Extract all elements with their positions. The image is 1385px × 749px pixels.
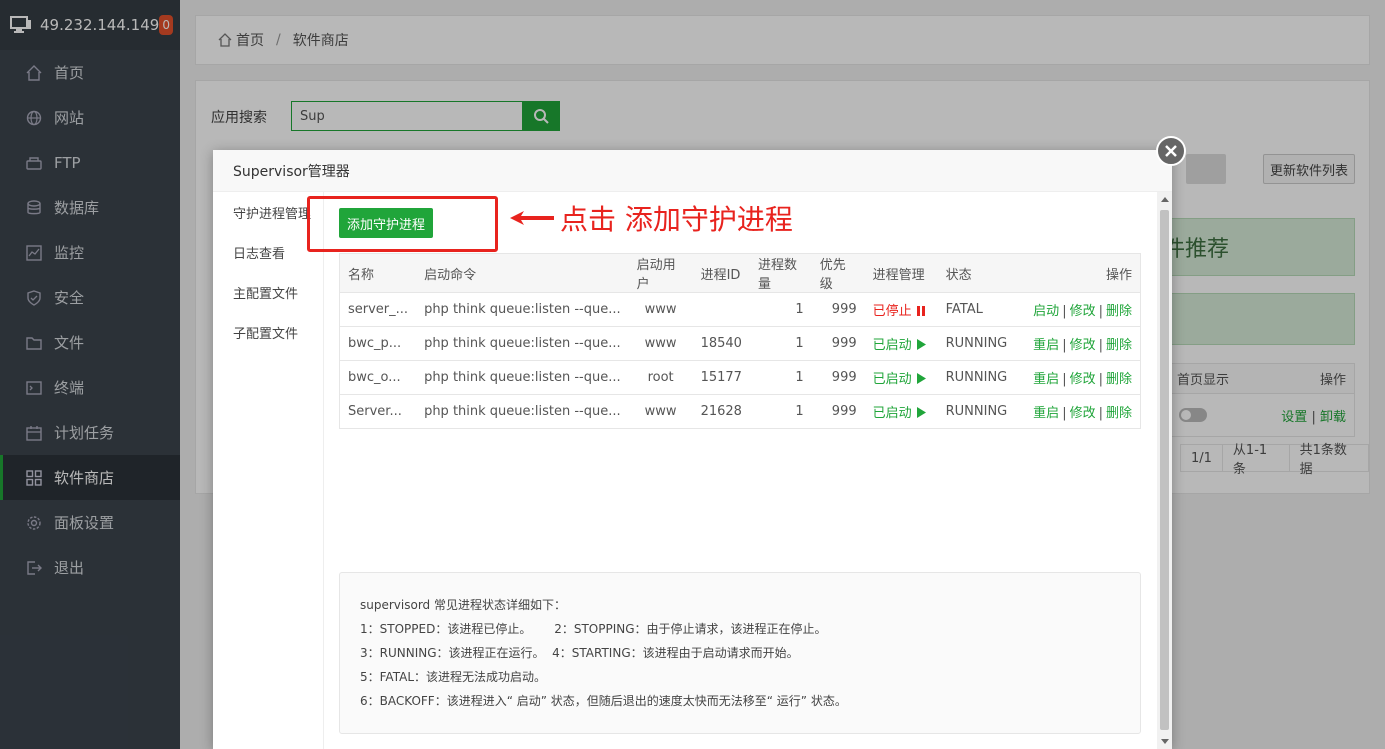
play-icon bbox=[916, 407, 926, 418]
info-line: 5：FATAL：该进程无法成功启动。 bbox=[360, 670, 547, 684]
op-delete-link[interactable]: 删除 bbox=[1106, 304, 1132, 319]
cell-priority: 999 bbox=[811, 360, 865, 395]
cell-status: FATAL bbox=[937, 292, 1026, 327]
cell-priority: 999 bbox=[811, 394, 865, 429]
cell-status: RUNNING bbox=[937, 394, 1026, 429]
col-priority: 优先级 bbox=[811, 253, 865, 293]
op-delete-link[interactable]: 删除 bbox=[1106, 406, 1132, 421]
cell-manage[interactable]: 已启动 bbox=[864, 394, 938, 429]
op-start-restart-link[interactable]: 重启 bbox=[1033, 338, 1059, 353]
scroll-up-icon[interactable] bbox=[1161, 197, 1169, 202]
modal-content: 添加守护进程 名称 启动命令 启动用户 进程ID 进程数量 优先级 进程管理 状… bbox=[323, 192, 1157, 749]
cell-pid: 15177 bbox=[692, 360, 750, 395]
modal-title: Supervisor管理器 bbox=[213, 150, 1172, 192]
cell-command: php think queue:listen --que... bbox=[416, 360, 629, 395]
op-edit-link[interactable]: 修改 bbox=[1070, 372, 1096, 387]
cell-ops: 重启 | 修改 | 删除 bbox=[1025, 394, 1142, 429]
cell-priority: 999 bbox=[811, 292, 865, 327]
modal-scrollbar[interactable] bbox=[1157, 192, 1172, 749]
cell-count: 1 bbox=[749, 292, 812, 327]
manage-state-label: 已停止 bbox=[872, 304, 912, 319]
col-pid: 进程ID bbox=[692, 253, 750, 293]
table-row: bwc_o... php think queue:listen --que... r… bbox=[339, 360, 1142, 395]
info-line: 6：BACKOFF：该进程进入“ 启动” 状态，但随后退出的速度太快而无法移至“… bbox=[360, 694, 847, 708]
col-count: 进程数量 bbox=[749, 253, 812, 293]
close-button[interactable] bbox=[1156, 136, 1186, 166]
col-manage: 进程管理 bbox=[864, 253, 938, 293]
cell-status: RUNNING bbox=[937, 360, 1026, 395]
op-edit-link[interactable]: 修改 bbox=[1070, 338, 1096, 353]
cell-pid bbox=[692, 292, 750, 327]
info-line: 3：RUNNING：该进程正在运行。 4：STARTING：该进程由于启动请求而… bbox=[360, 646, 799, 660]
table-row: Server... php think queue:listen --que...… bbox=[339, 394, 1142, 429]
table-row: server_... php think queue:listen --que..… bbox=[339, 292, 1142, 327]
col-status: 状态 bbox=[937, 253, 1026, 293]
cell-command: php think queue:listen --que... bbox=[416, 326, 629, 361]
close-icon bbox=[1165, 145, 1177, 157]
cell-command: php think queue:listen --que... bbox=[416, 394, 629, 429]
manage-state-label: 已启动 bbox=[872, 372, 912, 387]
cell-pid: 18540 bbox=[692, 326, 750, 361]
scroll-down-icon[interactable] bbox=[1161, 739, 1169, 744]
cell-user: root bbox=[628, 360, 693, 395]
arrow-left-icon bbox=[510, 211, 554, 225]
play-icon bbox=[916, 373, 926, 384]
cell-pid: 21628 bbox=[692, 394, 750, 429]
col-user: 启动用户 bbox=[628, 253, 693, 293]
op-edit-link[interactable]: 修改 bbox=[1070, 406, 1096, 421]
manage-state-label: 已启动 bbox=[872, 406, 912, 421]
cell-count: 1 bbox=[749, 326, 812, 361]
annotation-highlight-box bbox=[307, 196, 498, 252]
cell-user: www bbox=[628, 394, 693, 429]
cell-name: Server... bbox=[339, 394, 417, 429]
play-icon bbox=[916, 339, 926, 350]
op-start-restart-link[interactable]: 启动 bbox=[1033, 304, 1059, 319]
op-delete-link[interactable]: 删除 bbox=[1106, 338, 1132, 353]
cell-name: server_... bbox=[339, 292, 417, 327]
modal-tabs: 守护进程管理 日志查看 主配置文件 子配置文件 bbox=[213, 192, 323, 749]
cell-ops: 重启 | 修改 | 删除 bbox=[1025, 326, 1142, 361]
cell-user: www bbox=[628, 292, 693, 327]
pause-icon bbox=[916, 306, 925, 316]
info-title: supervisord 常见进程状态详细如下： bbox=[360, 598, 566, 612]
manage-state-label: 已启动 bbox=[872, 338, 912, 353]
info-line: 1：STOPPED：该进程已停止。 2：STOPPING：由于停止请求，该进程正… bbox=[360, 622, 827, 636]
cell-ops: 重启 | 修改 | 删除 bbox=[1025, 360, 1142, 395]
status-info-box: supervisord 常见进程状态详细如下： 1：STOPPED：该进程已停止… bbox=[339, 572, 1141, 734]
process-table-header: 名称 启动命令 启动用户 进程ID 进程数量 优先级 进程管理 状态 操作 bbox=[339, 253, 1142, 293]
op-start-restart-link[interactable]: 重启 bbox=[1033, 406, 1059, 421]
annotation-text: 点击 添加守护进程 bbox=[560, 203, 793, 236]
cell-priority: 999 bbox=[811, 326, 865, 361]
tab-main-config[interactable]: 主配置文件 bbox=[213, 272, 323, 312]
op-delete-link[interactable]: 删除 bbox=[1106, 372, 1132, 387]
cell-status: RUNNING bbox=[937, 326, 1026, 361]
cell-ops: 启动 | 修改 | 删除 bbox=[1025, 292, 1142, 327]
cell-manage[interactable]: 已启动 bbox=[864, 360, 938, 395]
cell-name: bwc_o... bbox=[339, 360, 417, 395]
col-name: 名称 bbox=[339, 253, 417, 293]
cell-command: php think queue:listen --que... bbox=[416, 292, 629, 327]
cell-manage[interactable]: 已启动 bbox=[864, 326, 938, 361]
process-table: 名称 启动命令 启动用户 进程ID 进程数量 优先级 进程管理 状态 操作 se… bbox=[339, 253, 1142, 429]
cell-user: www bbox=[628, 326, 693, 361]
table-row: bwc_p... php think queue:listen --que... w… bbox=[339, 326, 1142, 361]
col-ops: 操作 bbox=[1025, 253, 1142, 293]
cell-count: 1 bbox=[749, 360, 812, 395]
cell-count: 1 bbox=[749, 394, 812, 429]
annotation-callout: 点击 添加守护进程 bbox=[510, 198, 793, 238]
cell-name: bwc_p... bbox=[339, 326, 417, 361]
scroll-thumb[interactable] bbox=[1160, 210, 1169, 730]
tab-sub-config[interactable]: 子配置文件 bbox=[213, 312, 323, 352]
col-command: 启动命令 bbox=[416, 253, 629, 293]
cell-manage[interactable]: 已停止 bbox=[864, 292, 938, 327]
op-start-restart-link[interactable]: 重启 bbox=[1033, 372, 1059, 387]
op-edit-link[interactable]: 修改 bbox=[1070, 304, 1096, 319]
